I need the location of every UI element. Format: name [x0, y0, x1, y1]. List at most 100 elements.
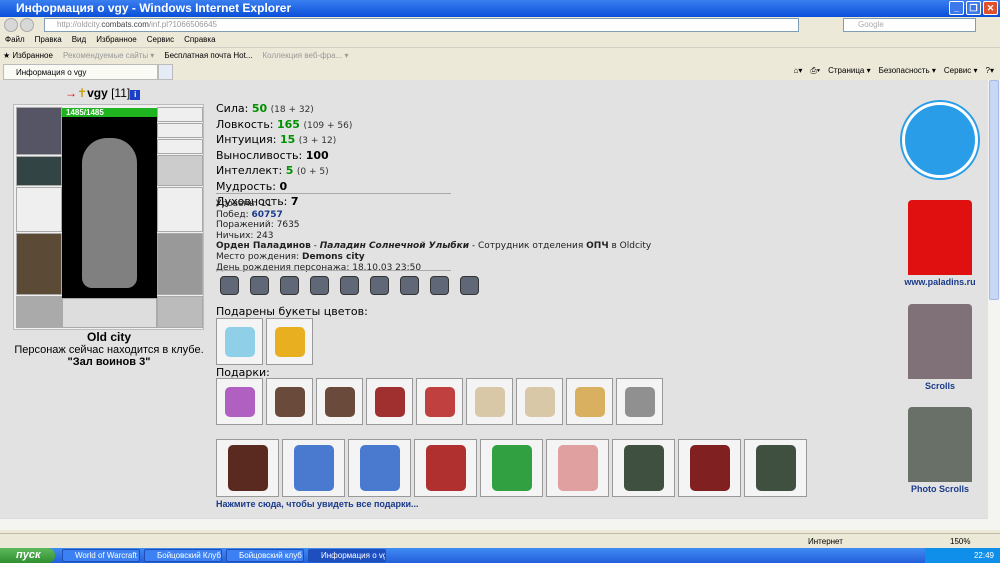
menu-view[interactable]: Вид	[72, 33, 86, 46]
gift-icon	[274, 386, 305, 417]
tab-active[interactable]: Информация о vgy	[3, 64, 158, 80]
badge-icon[interactable]	[400, 276, 419, 295]
help-icon[interactable]: ?▾	[986, 66, 994, 76]
all-gifts-link[interactable]: Нажмите сюда, чтобы увидеть все подарки.…	[216, 499, 419, 509]
menu-edit[interactable]: Правка	[35, 33, 62, 46]
task-wow[interactable]: World of Warcraft	[62, 549, 140, 562]
cross-icon: ✝	[77, 86, 88, 100]
wins-text: Побед: 60757	[216, 209, 283, 220]
forward-button[interactable]	[20, 18, 34, 32]
badge-icon[interactable]	[220, 276, 239, 295]
search-input[interactable]: Google	[843, 18, 976, 32]
menu-favorites[interactable]: Избранное	[96, 33, 137, 46]
gift-item[interactable]	[216, 378, 263, 425]
gift-icon	[474, 386, 505, 417]
menu-tools[interactable]: Сервис	[147, 33, 174, 46]
gift-item[interactable]	[466, 378, 513, 425]
gift-item[interactable]	[216, 439, 279, 497]
tab-bar: Информация о vgy ⌂▾ ⎙▾ Страница ▾ Безопасно…	[0, 62, 1000, 80]
close-button[interactable]: ✕	[983, 1, 998, 15]
gift-item[interactable]	[612, 439, 675, 497]
earrings-slot[interactable]	[157, 107, 203, 122]
badge-icon[interactable]	[430, 276, 449, 295]
gift-item[interactable]	[414, 439, 477, 497]
gift-item[interactable]	[678, 439, 741, 497]
weapon-left-slot[interactable]	[16, 187, 62, 232]
task-ie-2[interactable]: Бойцовский клуб ...	[226, 549, 304, 562]
task-ie-3[interactable]: Информация о vg...	[308, 549, 386, 562]
badge-icon[interactable]	[460, 276, 479, 295]
gift-item[interactable]	[266, 318, 313, 365]
gift-item[interactable]	[316, 378, 363, 425]
gift-item[interactable]	[480, 439, 543, 497]
divider	[216, 270, 451, 271]
badge-icon[interactable]	[370, 276, 389, 295]
rings-slot[interactable]	[157, 139, 203, 154]
url-input[interactable]: http://oldcity.combats.com/inf.pl?106650…	[44, 18, 799, 32]
gift-item[interactable]	[216, 318, 263, 365]
room-name[interactable]: "Зал воинов 3"	[0, 356, 218, 368]
boots-slot[interactable]	[157, 296, 203, 328]
badge-icon[interactable]	[280, 276, 299, 295]
paladins-link[interactable]: www.paladins.ru	[897, 200, 983, 287]
system-tray: 22:49	[925, 548, 1000, 563]
gift-item[interactable]	[616, 378, 663, 425]
character-silhouette	[82, 138, 137, 288]
badge-icon[interactable]	[310, 276, 329, 295]
page-menu[interactable]: Страница ▾	[828, 66, 871, 76]
gift-icon	[491, 445, 532, 491]
scrolls-link[interactable]: Scrolls	[897, 304, 983, 391]
gift-item[interactable]	[516, 378, 563, 425]
photo-scrolls-link[interactable]: Photo Scrolls	[897, 407, 983, 494]
location-text: Персонаж сейчас находится в клубе.	[14, 344, 204, 356]
leggings-slot[interactable]	[157, 233, 203, 295]
new-tab-button[interactable]	[158, 64, 173, 80]
draws-text: Ничьих: 243	[216, 230, 274, 241]
gloves-slot[interactable]	[16, 156, 62, 186]
paladins-banner-icon	[908, 200, 972, 275]
back-button[interactable]	[4, 18, 18, 32]
weapon-right-slot[interactable]	[157, 187, 203, 232]
gift-item[interactable]	[348, 439, 411, 497]
helmet-slot[interactable]	[16, 107, 62, 155]
start-button[interactable]: пуск	[0, 548, 55, 563]
info-icon[interactable]: i	[130, 90, 141, 100]
gift-item[interactable]	[366, 378, 413, 425]
fav-recommended[interactable]: Рекомендуемые сайты ▾	[63, 48, 154, 62]
maximize-button[interactable]: ❐	[966, 1, 981, 15]
gift-item[interactable]	[266, 378, 313, 425]
scroll-thumb[interactable]	[989, 80, 999, 300]
belt-slot[interactable]	[16, 296, 62, 328]
print-icon[interactable]: ⎙▾	[810, 66, 820, 76]
gifts-row	[216, 378, 663, 425]
badge-icon[interactable]	[250, 276, 269, 295]
horizontal-scrollbar[interactable]	[0, 518, 988, 530]
fav-hotmail[interactable]: Бесплатная почта Hot...	[164, 48, 252, 62]
window-title: Информация о vgy - Windows Internet Expl…	[16, 1, 292, 15]
favorites-button[interactable]: ★ Избранное	[3, 48, 53, 62]
gift-item[interactable]	[282, 439, 345, 497]
gift-item[interactable]	[566, 378, 613, 425]
fav-webslices[interactable]: Коллекция веб-фра... ▾	[263, 48, 349, 62]
gift-item[interactable]	[744, 439, 807, 497]
nickname: vgy	[87, 86, 108, 100]
safety-menu[interactable]: Безопасность ▾	[879, 66, 936, 76]
bracers-slot[interactable]	[157, 155, 203, 186]
menu-file[interactable]: Файл	[5, 33, 25, 46]
home-icon[interactable]: ⌂▾	[793, 66, 802, 76]
armor-slot[interactable]	[16, 233, 62, 295]
status-bar: Интернет 150%	[0, 533, 1000, 548]
minimize-button[interactable]: _	[949, 1, 964, 15]
menu-help[interactable]: Справка	[184, 33, 215, 46]
gift-item[interactable]	[546, 439, 609, 497]
tools-menu[interactable]: Сервис ▾	[944, 66, 978, 76]
gift-icon	[359, 445, 400, 491]
gift-item[interactable]	[416, 378, 463, 425]
badge-icon[interactable]	[340, 276, 359, 295]
stat-row: Интуиция: 15 (3 + 12)	[216, 133, 337, 146]
amulet-slot[interactable]	[157, 123, 203, 138]
scales-emblem[interactable]	[902, 102, 978, 178]
zoom-level[interactable]: 150%	[950, 534, 970, 549]
task-ie-1[interactable]: Бойцовский Клуб ...	[144, 549, 222, 562]
vertical-scrollbar[interactable]	[988, 80, 1000, 530]
